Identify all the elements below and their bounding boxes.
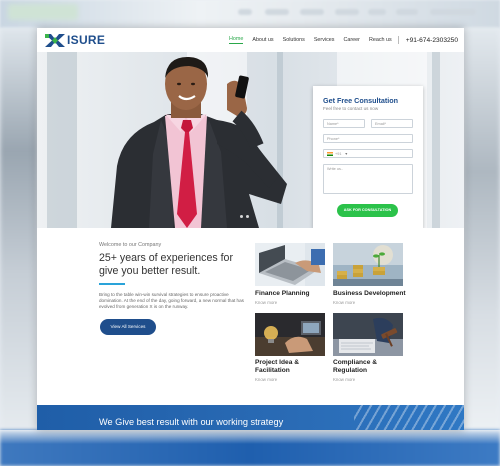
backdrop-bottom-fade	[0, 430, 500, 444]
service-title-compliance[interactable]: Compliance & Regulation	[333, 359, 409, 375]
ask-consultation-button[interactable]: ASK FOR CONSULTATION	[337, 204, 398, 217]
business-development-image[interactable]	[333, 243, 403, 286]
carousel-dots	[240, 215, 252, 218]
carousel-dot[interactable]	[240, 215, 243, 218]
backdrop-nav	[238, 9, 252, 15]
service-link-project[interactable]: Know more	[255, 377, 277, 382]
service-title-finance[interactable]: Finance Planning	[255, 290, 325, 298]
backdrop-nav	[335, 9, 359, 15]
nav-item-services[interactable]: Services	[314, 37, 335, 43]
about-headline: 25+ years of experiences for give you be…	[99, 252, 233, 277]
backdrop-nav	[300, 9, 324, 15]
nav-item-home[interactable]: Home	[228, 36, 244, 44]
hero-bg-shape	[47, 52, 77, 228]
main-nav: Home About us Solutions Services Career …	[220, 36, 458, 44]
website-preview: ISURE Home About us Solutions Services C…	[37, 28, 464, 430]
backdrop-top	[0, 0, 500, 28]
service-link-finance[interactable]: Know more	[255, 300, 277, 305]
country-code-value: +91	[335, 152, 342, 156]
view-all-services-button[interactable]: View All Services	[100, 319, 156, 335]
banner-stripes	[354, 405, 464, 430]
service-link-business[interactable]: Know more	[333, 300, 355, 305]
message-textarea[interactable]: Write us..	[323, 164, 413, 194]
strategy-banner: We Give best result with our working str…	[37, 405, 464, 430]
service-title-business[interactable]: Business Development	[333, 290, 409, 298]
nav-item-reach-us[interactable]: Reach us	[369, 37, 392, 43]
backdrop-nav	[265, 9, 289, 15]
finance-planning-image[interactable]	[255, 243, 325, 286]
backdrop-nav	[368, 9, 386, 15]
backdrop-left	[0, 28, 37, 438]
backdrop-logo	[8, 4, 78, 20]
nav-item-solutions[interactable]: Solutions	[283, 37, 305, 43]
brand-logo[interactable]: ISURE	[45, 33, 105, 47]
hero-bg-shape	[432, 52, 440, 228]
compliance-image[interactable]	[333, 313, 403, 356]
businessman-photo	[111, 56, 287, 228]
nav-divider	[397, 36, 399, 44]
project-idea-image[interactable]	[255, 313, 325, 356]
india-flag-icon	[327, 152, 333, 156]
phone-field[interactable]: Phone*	[323, 134, 413, 143]
carousel-dot[interactable]	[246, 215, 249, 218]
nav-item-career[interactable]: Career	[343, 37, 359, 43]
chevron-down-icon: ▼	[344, 152, 349, 156]
banner-text: We Give best result with our working str…	[99, 417, 284, 427]
logo-mark-icon	[45, 33, 65, 47]
headline-underline	[99, 283, 125, 285]
service-title-project[interactable]: Project Idea & Facilitation	[255, 359, 325, 375]
brand-name: ISURE	[67, 33, 106, 47]
hero-banner: Get Free Consultation Feel free to conta…	[37, 52, 464, 228]
site-header: ISURE Home About us Solutions Services C…	[37, 28, 464, 52]
name-field[interactable]: Name*	[323, 119, 365, 128]
country-code-select[interactable]: +91 ▼	[323, 149, 413, 158]
backdrop-nav	[396, 9, 418, 15]
form-subtitle: Feel free to contact us now	[323, 106, 379, 111]
email-field[interactable]: Email*	[371, 119, 413, 128]
backdrop-right	[464, 28, 500, 438]
nav-item-about[interactable]: About us	[252, 37, 273, 43]
about-paragraph: Bring to the table win-win survival stra…	[99, 292, 244, 310]
backdrop-nav	[430, 9, 476, 15]
consultation-form: Get Free Consultation Feel free to conta…	[313, 86, 423, 228]
service-link-compliance[interactable]: Know more	[333, 377, 355, 382]
form-title: Get Free Consultation	[323, 96, 399, 105]
phone-number[interactable]: +91-674-2303250	[406, 37, 458, 44]
welcome-label: Welcome to our Company	[99, 242, 162, 248]
